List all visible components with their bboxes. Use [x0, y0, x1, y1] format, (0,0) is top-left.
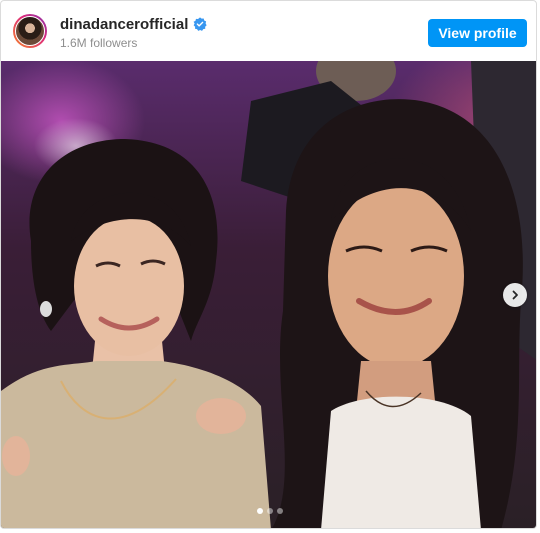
post-photo[interactable]: [1, 61, 536, 528]
next-slide-button[interactable]: [503, 283, 527, 307]
avatar-image: [15, 16, 45, 46]
view-profile-button[interactable]: View profile: [428, 19, 527, 47]
carousel-dot-2: [266, 508, 273, 514]
carousel-dot-3: [276, 508, 283, 514]
verified-badge-icon: [193, 17, 208, 31]
carousel-dot-1: [256, 508, 263, 514]
photo-illustration: [1, 61, 536, 528]
username-link[interactable]: dinadancerofficial: [60, 16, 188, 33]
carousel-indicator: [1, 508, 536, 514]
avatar[interactable]: [13, 14, 47, 48]
post-header: dinadancerofficial 1.6M followers View p…: [1, 1, 536, 61]
instagram-embed-card: dinadancerofficial 1.6M followers View p…: [0, 0, 537, 529]
follower-count: 1.6M followers: [60, 36, 138, 50]
chevron-right-icon: [512, 290, 518, 300]
username-row: dinadancerofficial: [60, 15, 208, 33]
